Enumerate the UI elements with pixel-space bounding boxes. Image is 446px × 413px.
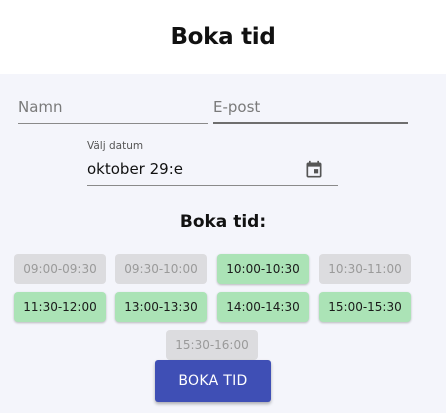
calendar-icon[interactable] xyxy=(304,160,324,180)
page-title: Boka tid xyxy=(170,24,276,50)
time-slot-button: 15:30-16:00 xyxy=(166,330,258,360)
date-label: Välj datum xyxy=(87,140,144,152)
booking-page: Boka tid Välj datum oktober 29:e Boka ti… xyxy=(0,0,446,413)
date-underline xyxy=(87,185,338,186)
book-button[interactable]: BOKA TID xyxy=(155,360,271,402)
time-slot-button[interactable]: 11:30-12:00 xyxy=(14,292,106,322)
header: Boka tid xyxy=(0,0,446,74)
time-slot-button: 09:30-10:00 xyxy=(115,254,207,284)
time-slot-button[interactable]: 15:00-15:30 xyxy=(319,292,411,322)
date-picker[interactable]: Välj datum oktober 29:e xyxy=(87,138,338,186)
date-value[interactable]: oktober 29:e xyxy=(87,160,183,178)
time-slot-button: 10:30-11:00 xyxy=(319,254,411,284)
time-slot-button[interactable]: 14:00-14:30 xyxy=(217,292,309,322)
name-field-wrapper xyxy=(18,94,208,124)
email-field-wrapper xyxy=(213,94,408,124)
time-slot-button: 09:00-09:30 xyxy=(14,254,106,284)
name-input[interactable] xyxy=(18,94,208,120)
name-underline xyxy=(18,123,208,124)
email-input[interactable] xyxy=(213,94,408,120)
email-underline xyxy=(213,122,408,124)
time-slot-button[interactable]: 10:00-10:30 xyxy=(217,254,309,284)
slots-title: Boka tid: xyxy=(179,212,267,232)
time-slot-button[interactable]: 13:00-13:30 xyxy=(115,292,207,322)
